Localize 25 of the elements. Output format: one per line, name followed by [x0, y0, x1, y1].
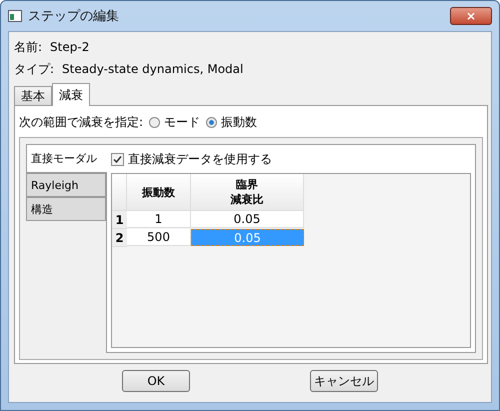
column-header: 臨界 [236, 177, 258, 192]
radio-option[interactable]: 振動数 [206, 114, 258, 130]
tab[interactable]: 基本 [14, 86, 52, 106]
table-cell[interactable]: 0.05 [191, 211, 304, 228]
side-tab[interactable]: Rayleigh [26, 173, 106, 197]
column-header: 減衰比 [230, 192, 264, 207]
field-value: Steady-state dynamics, Modal [62, 62, 244, 76]
window-title: ステップの編集 [28, 8, 119, 25]
side-tab[interactable]: 構造 [26, 197, 106, 221]
window-icon [8, 10, 22, 22]
column-header: 振動数 [142, 184, 175, 200]
table-cell[interactable]: 1 [127, 211, 191, 228]
row-number: 2 [112, 229, 127, 247]
use-direct-checkbox[interactable]: 直接減衰データを使用する [111, 149, 471, 169]
row-number: 1 [112, 211, 127, 229]
table-cell[interactable]: 500 [127, 229, 191, 246]
dialog-button[interactable]: キャンセル [310, 370, 378, 392]
damping-range-label: 次の範囲で減衰を指定: [19, 114, 144, 130]
tab[interactable]: 減衰 [52, 83, 90, 106]
field-label: 名前: [14, 38, 42, 56]
field-value: Step-2 [50, 40, 90, 54]
side-tab[interactable]: 直接モーダル [26, 144, 107, 173]
field-label: タイプ: [14, 60, 54, 78]
radio-option[interactable]: モード [149, 114, 200, 130]
dialog-button[interactable]: OK [122, 370, 190, 392]
